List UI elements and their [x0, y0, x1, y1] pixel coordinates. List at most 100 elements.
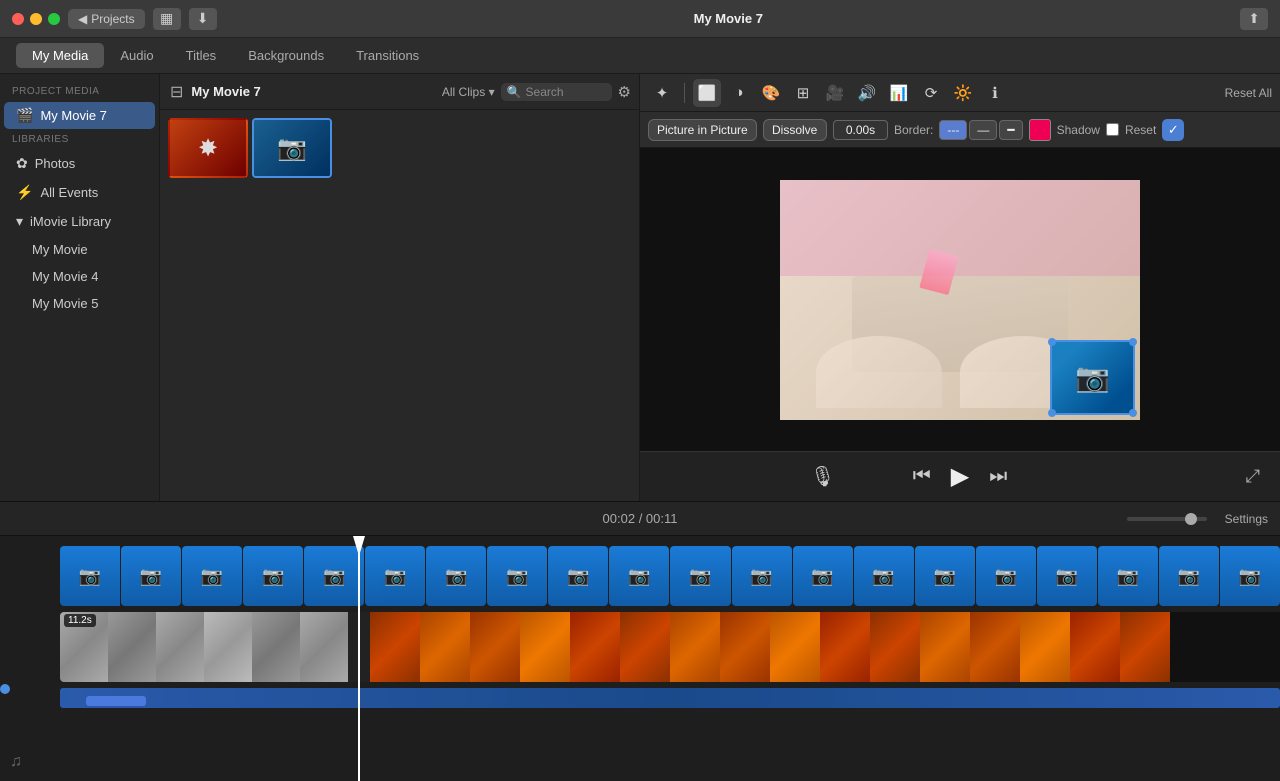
audio-button[interactable]: 🔊 [853, 79, 881, 107]
main-video-frame: 📷 [780, 180, 1140, 420]
media-clip-camera[interactable]: 📷 [252, 118, 332, 178]
color-correct-button[interactable]: 🎨 [757, 79, 785, 107]
projects-button[interactable]: ◀ Projects [68, 9, 145, 29]
minimize-button[interactable] [30, 13, 42, 25]
tab-titles[interactable]: Titles [170, 43, 233, 68]
pip-clip-8[interactable]: 📷 [487, 546, 547, 606]
timeline-tracks[interactable]: 📷 📷 📷 📷 📷 📷 📷 📷 📷 📷 📷 📷 📷 📷 📷 📷 📷 📷 📷 [0, 536, 1280, 781]
share-button[interactable]: ⬆ [1240, 8, 1268, 30]
dissolve-select[interactable]: Dissolve [763, 119, 827, 141]
border-dashed-button[interactable]: --- [939, 120, 967, 140]
duration-input[interactable] [833, 120, 888, 140]
pip-clip-11[interactable]: 📷 [670, 546, 730, 606]
pip-corner-br[interactable] [1129, 409, 1137, 417]
main-clip-part2[interactable] [370, 612, 1280, 682]
info-button[interactable]: ℹ [981, 79, 1009, 107]
my-movie-5-label: My Movie 5 [32, 296, 98, 311]
fire-frame-1 [370, 612, 420, 682]
sidebar-item-my-movie[interactable]: My Movie [4, 237, 155, 262]
download-button[interactable]: ⬇ [189, 8, 217, 30]
border-label: Border: [894, 123, 933, 137]
border-thick-button[interactable]: ━ [999, 120, 1022, 140]
zoom-thumb[interactable] [1185, 513, 1197, 525]
tab-my-media[interactable]: My Media [16, 43, 104, 68]
pip-clip-16[interactable]: 📷 [976, 546, 1036, 606]
pip-clip-19[interactable]: 📷 [1159, 546, 1219, 606]
pip-overlay[interactable]: 📷 [1050, 340, 1135, 415]
pip-clip-20[interactable]: 📷 [1220, 546, 1280, 606]
fullscreen-button[interactable]: ⤢ [1246, 466, 1260, 487]
pip-clip-13[interactable]: 📷 [793, 546, 853, 606]
pip-clip-3[interactable]: 📷 [182, 546, 242, 606]
pip-clip-10[interactable]: 📷 [609, 546, 669, 606]
video-cam-button[interactable]: 🎥 [821, 79, 849, 107]
tab-backgrounds[interactable]: Backgrounds [232, 43, 340, 68]
crop-button[interactable]: ⬜ [693, 79, 721, 107]
pip-corner-tr[interactable] [1129, 338, 1137, 346]
done-checkmark-button[interactable]: ✓ [1162, 119, 1184, 141]
media-clip-firework[interactable]: ✸ [168, 118, 248, 178]
crop-tool-button[interactable]: ⊞ [789, 79, 817, 107]
maximize-button[interactable] [48, 13, 60, 25]
skip-back-button[interactable]: ⏮ [913, 465, 931, 488]
sidebar-item-all-events[interactable]: ⚡ All Events [4, 179, 155, 206]
search-box: 🔍 [501, 83, 612, 101]
search-input[interactable] [526, 85, 606, 99]
nav-back-icon: ◀ [78, 12, 87, 26]
sidebar-item-my-movie-5[interactable]: My Movie 5 [4, 291, 155, 316]
play-button[interactable]: ▶ [951, 462, 969, 491]
reset-all-button[interactable]: Reset All [1225, 86, 1272, 100]
shadow-checkbox[interactable] [1106, 123, 1119, 136]
timeline-zoom-slider[interactable] [1127, 517, 1207, 521]
fire-frame-9 [770, 612, 820, 682]
sidebar-item-my-movie-4[interactable]: My Movie 4 [4, 264, 155, 289]
pip-clip-5[interactable]: 📷 [304, 546, 364, 606]
black-white-button[interactable]: ◑ [725, 79, 753, 107]
stabilize-button[interactable]: ⟳ [917, 79, 945, 107]
noise-button[interactable]: 🔆 [949, 79, 977, 107]
timeline-area: 00:02 / 00:11 Settings 📷 [0, 501, 1280, 781]
tab-transitions[interactable]: Transitions [340, 43, 435, 68]
border-color-swatch[interactable] [1029, 119, 1051, 141]
media-project-name: My Movie 7 [191, 84, 435, 99]
pip-clip-15[interactable]: 📷 [915, 546, 975, 606]
tab-audio[interactable]: Audio [104, 43, 169, 68]
pip-clip-7[interactable]: 📷 [426, 546, 486, 606]
sidebar-item-imovie-library[interactable]: ▾ iMovie Library [4, 208, 155, 235]
audio-track[interactable] [60, 688, 1280, 708]
sidebar-item-my-movie-7[interactable]: 🎬 My Movie 7 [4, 102, 155, 129]
pip-clip-17[interactable]: 📷 [1037, 546, 1097, 606]
all-clips-select[interactable]: All Clips ▾ [442, 85, 495, 99]
track-point[interactable] [0, 684, 10, 694]
mic-button[interactable]: 🎙 [810, 464, 835, 489]
pip-clip-4[interactable]: 📷 [243, 546, 303, 606]
grid-view-button[interactable]: ▦ [153, 8, 181, 30]
pip-clip-12[interactable]: 📷 [732, 546, 792, 606]
fire-frame-10 [820, 612, 870, 682]
window-title: My Movie 7 [694, 11, 763, 26]
timeline-inner: 📷 📷 📷 📷 📷 📷 📷 📷 📷 📷 📷 📷 📷 📷 📷 📷 📷 📷 📷 [0, 536, 1280, 781]
pip-corner-tl[interactable] [1048, 338, 1056, 346]
media-settings-button[interactable]: ⚙ [618, 83, 631, 101]
reset-button[interactable]: Reset [1125, 123, 1156, 137]
pip-clip-18[interactable]: 📷 [1098, 546, 1158, 606]
magic-wand-button[interactable]: ✦ [648, 79, 676, 107]
sidebar-item-photos[interactable]: ✿ Photos [4, 150, 155, 177]
pip-clip-9[interactable]: 📷 [548, 546, 608, 606]
pip-clip-1[interactable]: 📷 [60, 546, 120, 606]
sidebar-item-label: My Movie 7 [40, 108, 106, 123]
pip-mode-select[interactable]: Picture in Picture [648, 119, 757, 141]
equalizer-button[interactable]: 📊 [885, 79, 913, 107]
pip-clip-14[interactable]: 📷 [854, 546, 914, 606]
close-button[interactable] [12, 13, 24, 25]
pip-corner-bl[interactable] [1048, 409, 1056, 417]
pip-clip-2[interactable]: 📷 [121, 546, 181, 606]
collapse-button[interactable]: ⊟ [168, 80, 185, 104]
border-medium-button[interactable]: — [969, 120, 997, 140]
playhead[interactable] [358, 536, 360, 781]
main-clip-part1[interactable]: 11.2s [60, 612, 370, 682]
timeline-settings-button[interactable]: Settings [1225, 512, 1268, 526]
pip-clip-6[interactable]: 📷 [365, 546, 425, 606]
skip-forward-button[interactable]: ⏭ [989, 465, 1007, 488]
media-browser: ⊟ My Movie 7 All Clips ▾ 🔍 ⚙ ✸ 📷 [160, 74, 640, 501]
